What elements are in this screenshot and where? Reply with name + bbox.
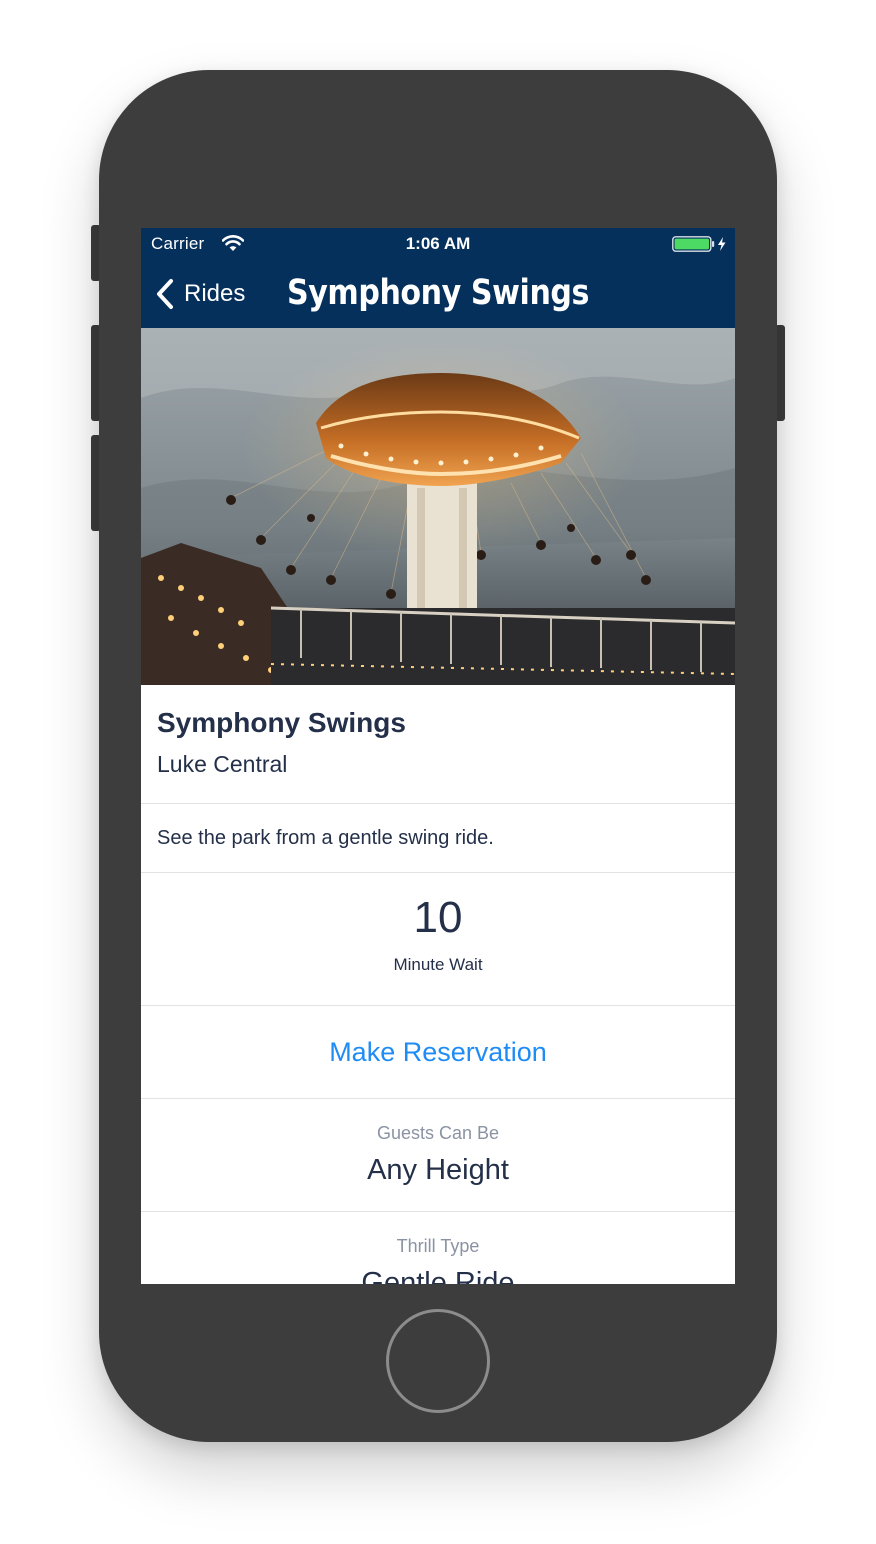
thrill-type-value: Gentle Ride (361, 1267, 515, 1284)
ride-header-cell: Symphony Swings Luke Central (141, 685, 735, 804)
ride-hero-image (141, 328, 735, 685)
description-cell: See the park from a gentle swing ride. (141, 804, 735, 873)
wait-time-label: Minute Wait (393, 955, 483, 974)
home-button[interactable] (386, 1309, 490, 1413)
status-time: 1:06 AM (405, 234, 471, 253)
navigation-bar: Carrier 1:06 AM Rides Symphony Swings (141, 228, 735, 328)
swing-ride-photo (141, 328, 735, 685)
height-requirement-value: Any Height (367, 1154, 509, 1186)
thrill-type-cell: Thrill Type Gentle Ride (141, 1212, 735, 1284)
wait-time-cell: 10 Minute Wait (141, 873, 735, 1006)
battery-charging-icon (672, 236, 726, 252)
height-requirement-label: Guests Can Be (376, 1123, 500, 1143)
ride-name: Symphony Swings (157, 707, 406, 738)
nav-row: Rides Symphony Swings (141, 268, 735, 322)
app-screen: Carrier 1:06 AM Rides Symphony Swings Sy… (141, 228, 735, 1284)
ride-area: Luke Central (157, 751, 288, 777)
wait-time-value: 10 (413, 893, 463, 942)
nav-title: Symphony Swings (286, 273, 590, 313)
ride-description: See the park from a gentle swing ride. (157, 827, 494, 849)
make-reservation-button[interactable]: Make Reservation (141, 1006, 735, 1099)
status-bar: Carrier 1:06 AM (141, 228, 735, 260)
ride-details: Symphony Swings Luke Central See the par… (141, 685, 735, 1284)
make-reservation-label: Make Reservation (329, 1037, 547, 1067)
height-requirement-cell: Guests Can Be Any Height (141, 1099, 735, 1212)
thrill-type-label: Thrill Type (396, 1236, 480, 1256)
chevron-left-icon (157, 279, 173, 309)
